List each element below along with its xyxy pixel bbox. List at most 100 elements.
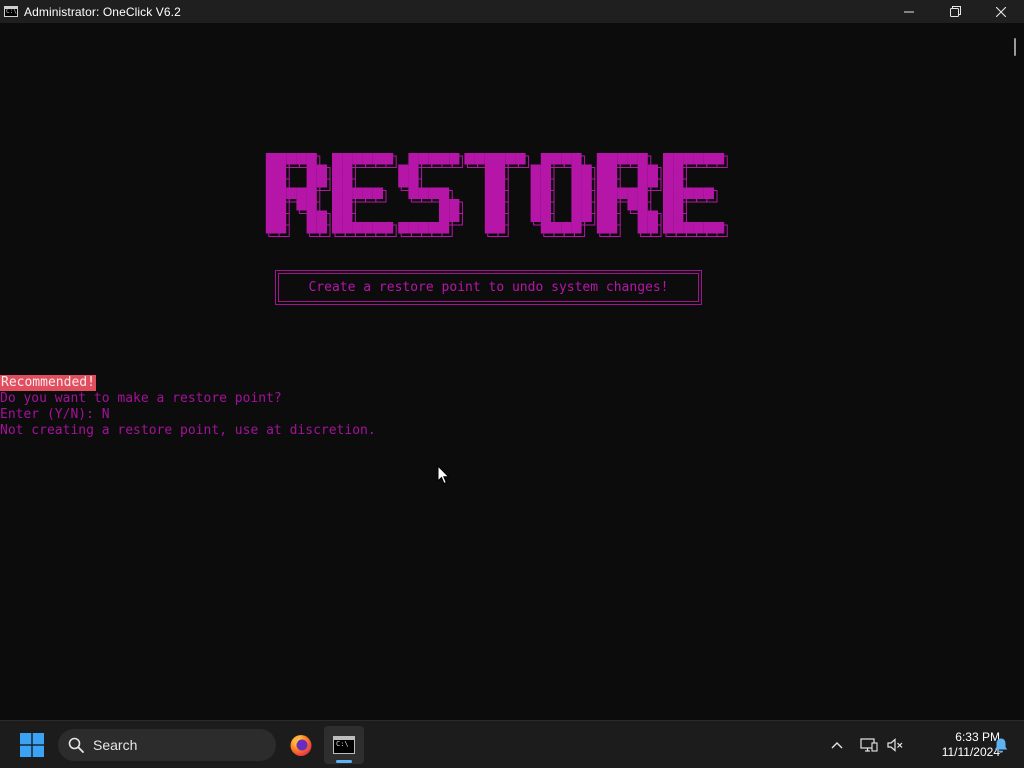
volume-button[interactable] bbox=[884, 721, 906, 768]
restore-button[interactable] bbox=[932, 0, 978, 23]
show-hidden-icons-button[interactable] bbox=[826, 721, 848, 768]
taskbar-terminal[interactable]: C:\ bbox=[324, 726, 364, 764]
restore-ascii-banner bbox=[262, 149, 728, 243]
chevron-up-icon bbox=[831, 742, 843, 749]
banner-block bbox=[596, 187, 607, 199]
banner-block bbox=[342, 222, 353, 234]
banner-block bbox=[540, 153, 551, 165]
banner-block bbox=[332, 199, 343, 211]
banner-block bbox=[607, 210, 618, 222]
banner-block bbox=[683, 153, 694, 165]
banner-block bbox=[495, 222, 506, 234]
firefox-icon bbox=[290, 735, 312, 756]
banner-block bbox=[342, 210, 353, 222]
window-titlebar[interactable]: C:\ Administrator: OneClick V6.2 bbox=[0, 0, 1024, 23]
banner-block bbox=[607, 222, 618, 234]
taskbar-firefox[interactable] bbox=[281, 726, 321, 764]
volume-muted-icon bbox=[887, 738, 903, 752]
banner-block bbox=[561, 222, 572, 234]
console-icon: C:\ bbox=[4, 6, 18, 17]
banner-block bbox=[693, 222, 704, 234]
banner-block bbox=[627, 187, 638, 199]
banner-block bbox=[306, 176, 317, 188]
result-line: Not creating a restore point, use at dis… bbox=[0, 423, 376, 438]
banner-block bbox=[571, 187, 582, 199]
banner-block bbox=[276, 210, 287, 222]
banner-block bbox=[693, 187, 704, 199]
banner-block bbox=[362, 222, 373, 234]
network-button[interactable] bbox=[858, 721, 880, 768]
banner-block bbox=[703, 153, 714, 165]
banner-block bbox=[581, 164, 592, 176]
banner-block bbox=[342, 187, 353, 199]
banner-block bbox=[495, 164, 506, 176]
banner-block bbox=[276, 176, 287, 188]
banner-block bbox=[316, 210, 327, 222]
banner-block bbox=[306, 164, 317, 176]
banner-block bbox=[551, 153, 562, 165]
window-controls bbox=[886, 0, 1024, 23]
close-button[interactable] bbox=[978, 0, 1024, 23]
taskbar-search[interactable]: Search bbox=[58, 729, 276, 761]
banner-block bbox=[342, 153, 353, 165]
banner-block bbox=[540, 210, 551, 222]
banner-block bbox=[306, 153, 317, 165]
banner-block bbox=[647, 164, 658, 176]
banner-block bbox=[530, 187, 541, 199]
banner-block bbox=[607, 176, 618, 188]
banner-block bbox=[332, 187, 343, 199]
banner-block bbox=[540, 164, 551, 176]
banner-block bbox=[693, 153, 704, 165]
banner-block bbox=[316, 222, 327, 234]
scrollbar-thumb[interactable] bbox=[1014, 38, 1016, 56]
banner-block bbox=[398, 176, 409, 188]
banner-block bbox=[637, 222, 648, 234]
vertical-scrollbar[interactable] bbox=[1006, 23, 1024, 720]
banner-block bbox=[398, 222, 409, 234]
banner-block bbox=[464, 153, 475, 165]
banner-block bbox=[540, 176, 551, 188]
banner-block bbox=[683, 187, 694, 199]
banner-block bbox=[505, 153, 516, 165]
banner-block bbox=[484, 176, 495, 188]
banner-block bbox=[332, 222, 343, 234]
banner-block bbox=[428, 222, 439, 234]
start-button[interactable] bbox=[15, 729, 49, 761]
banner-block bbox=[637, 176, 648, 188]
notifications-button[interactable] bbox=[986, 721, 1016, 768]
banner-block bbox=[581, 199, 592, 211]
banner-block bbox=[286, 153, 297, 165]
banner-block bbox=[449, 153, 460, 165]
banner-block bbox=[663, 176, 674, 188]
banner-block bbox=[316, 164, 327, 176]
banner-block bbox=[571, 199, 582, 211]
banner-block bbox=[617, 153, 628, 165]
windows-logo-icon bbox=[20, 733, 44, 757]
banner-block bbox=[637, 199, 648, 211]
banner-block bbox=[306, 222, 317, 234]
minimize-button[interactable] bbox=[886, 0, 932, 23]
banner-block bbox=[484, 210, 495, 222]
terminal-output[interactable]: Create a restore point to undo system ch… bbox=[0, 23, 1024, 720]
banner-block bbox=[265, 164, 276, 176]
banner-block bbox=[362, 187, 373, 199]
banner-block bbox=[530, 164, 541, 176]
banner-block bbox=[637, 164, 648, 176]
banner-block bbox=[596, 153, 607, 165]
banner-block bbox=[540, 199, 551, 211]
banner-block bbox=[714, 153, 725, 165]
banner-block bbox=[383, 222, 394, 234]
banner-block bbox=[673, 153, 684, 165]
banner-block bbox=[596, 176, 607, 188]
banner-block bbox=[530, 176, 541, 188]
banner-block bbox=[530, 210, 541, 222]
banner-block bbox=[617, 187, 628, 199]
banner-block bbox=[540, 222, 551, 234]
banner-block bbox=[408, 164, 419, 176]
banner-block bbox=[561, 153, 572, 165]
subtitle-text: Create a restore point to undo system ch… bbox=[308, 280, 669, 295]
banner-block bbox=[703, 187, 714, 199]
banner-block bbox=[276, 153, 287, 165]
terminal-icon: C:\ bbox=[333, 736, 355, 754]
active-app-indicator bbox=[336, 760, 352, 763]
